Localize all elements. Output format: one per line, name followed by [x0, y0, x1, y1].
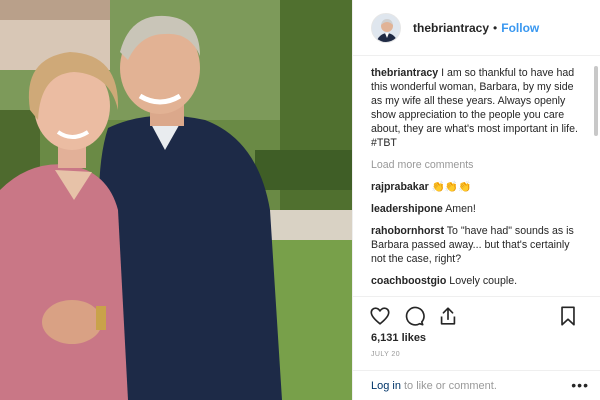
post-panel: thebriantracy • Follow thebriantracy I a… [352, 0, 600, 400]
header-separator: • [493, 20, 498, 35]
comment-username[interactable]: leadershipone [371, 203, 443, 215]
post-photo[interactable] [0, 0, 352, 400]
comment-text: Lovely couple. [449, 275, 518, 287]
share-icon[interactable] [437, 305, 461, 329]
post-header: thebriantracy • Follow [353, 0, 600, 56]
post-actions [353, 296, 600, 336]
avatar[interactable] [371, 12, 401, 43]
comment-icon[interactable] [403, 305, 427, 329]
post-caption: thebriantracy I am so thankful to have h… [371, 66, 585, 150]
comment-username[interactable]: coachboostgio [371, 275, 446, 287]
profile-picture [372, 13, 400, 42]
login-link[interactable]: Log in [371, 380, 401, 392]
comment-item: coachboostgio Lovely couple. [371, 274, 585, 288]
follow-button[interactable]: Follow [501, 21, 539, 35]
comment-text: 👏👏👏 [431, 181, 472, 193]
bookmark-icon[interactable] [557, 305, 581, 329]
comments-scrollbar[interactable] [594, 66, 598, 136]
couple-photo-illustration [0, 0, 352, 400]
post-date: JULY 20 [371, 351, 401, 358]
heart-icon[interactable] [369, 305, 393, 329]
caption-username[interactable]: thebriantracy [371, 67, 438, 79]
comment-item: leadershipone Amen! [371, 202, 585, 216]
comment-item: rahobornhorst To "have had" sounds as is… [371, 224, 585, 266]
header-username[interactable]: thebriantracy [413, 21, 489, 35]
comment-item: rajprabakar 👏👏👏 [371, 180, 585, 194]
comments-list[interactable]: thebriantracy I am so thankful to have h… [371, 66, 585, 294]
caption-text: I am so thankful to have had this wonder… [371, 67, 578, 149]
likes-count[interactable]: 6,131 likes [371, 332, 426, 344]
comment-username[interactable]: rahobornhorst [371, 225, 444, 237]
comment-text: Amen! [445, 203, 476, 215]
login-prompt-text: to like or comment. [403, 379, 497, 392]
login-bar: Log in to like or comment. ••• [353, 370, 600, 400]
load-more-comments-button[interactable]: Load more comments [371, 158, 585, 172]
comment-username[interactable]: rajprabakar [371, 181, 429, 193]
more-options-icon[interactable]: ••• [571, 377, 589, 393]
